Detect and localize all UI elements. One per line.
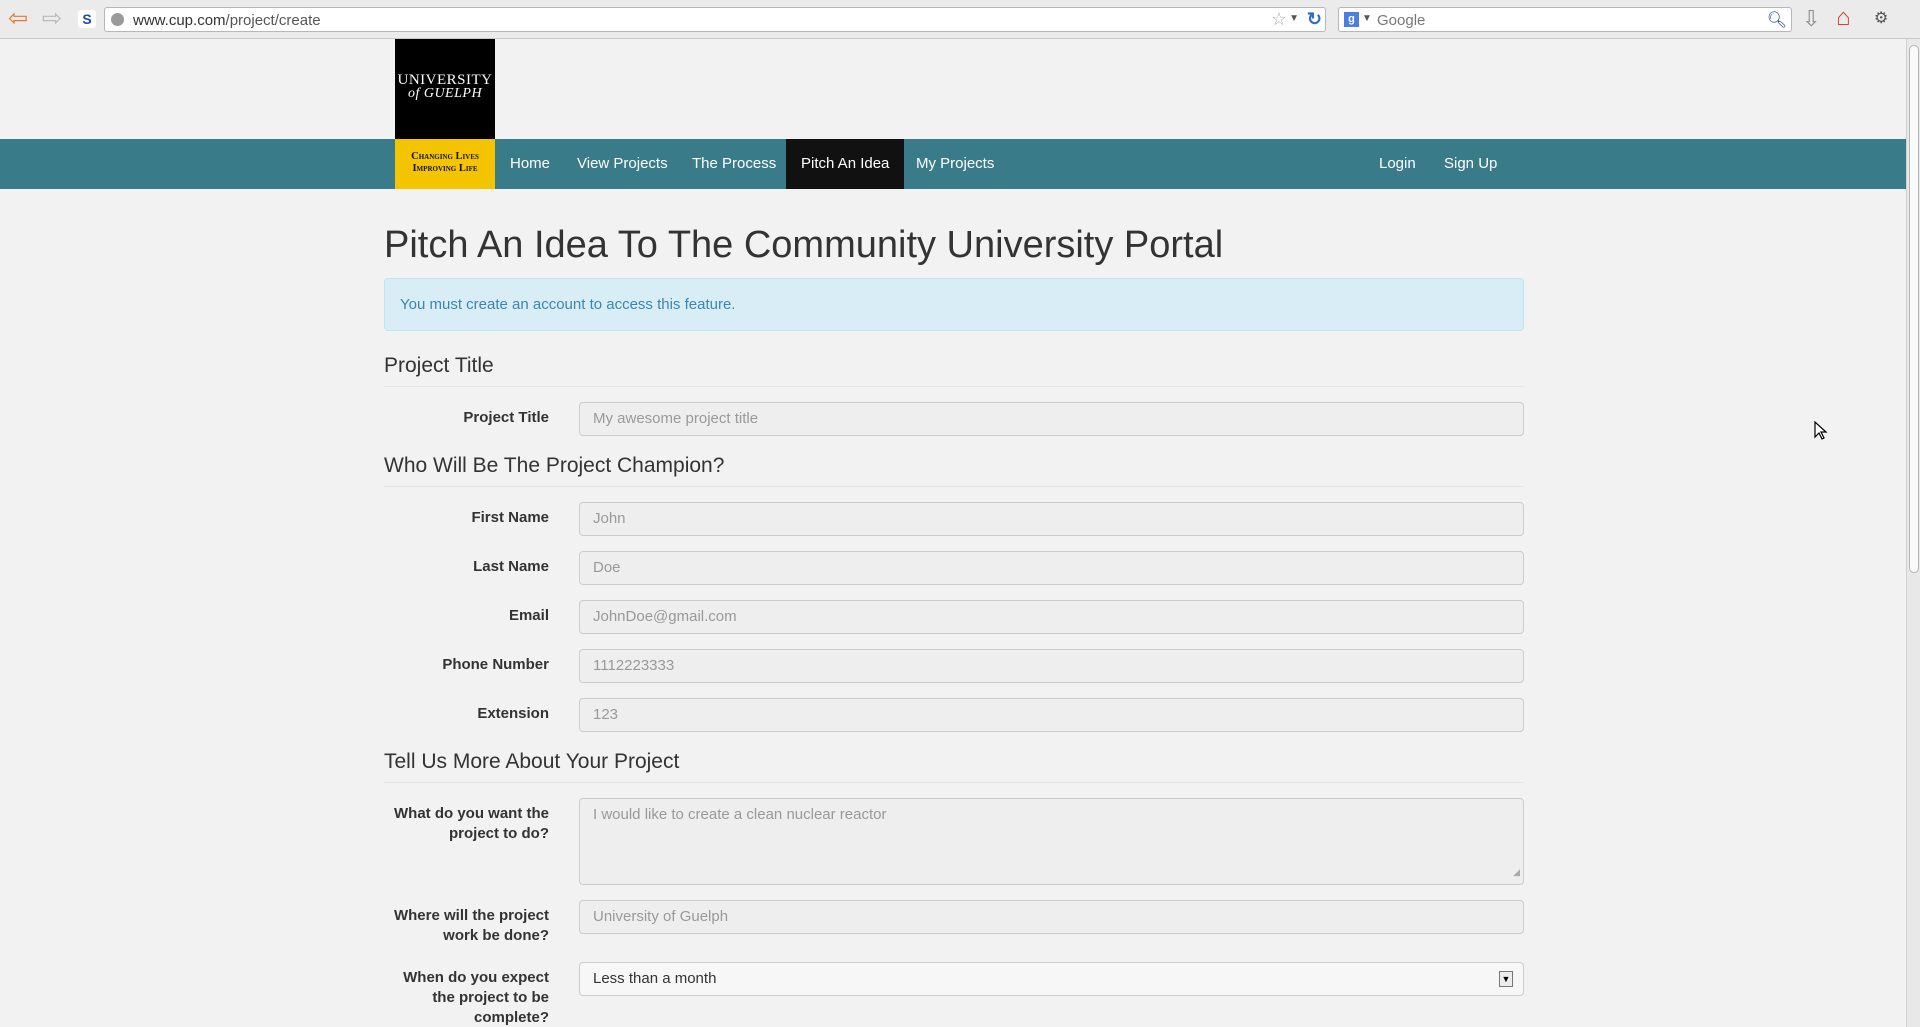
section-more: Tell Us More About Your Project — [384, 750, 1524, 783]
bookmark-star-icon[interactable]: ☆ — [1271, 9, 1287, 30]
browser-search-box[interactable]: g ▼ Google 🔍︎ — [1338, 7, 1792, 32]
resize-handle-icon[interactable]: ◢ — [1513, 862, 1520, 882]
purpose-placeholder: I would like to create a clean nuclear r… — [593, 806, 887, 823]
first-name-label: First Name — [471, 509, 549, 526]
url-text[interactable]: www.cup.com/project/create — [133, 12, 321, 29]
purpose-label-line2: project to do? — [449, 825, 549, 842]
search-engine-dropdown-icon[interactable]: ▼ — [1362, 13, 1372, 24]
nav-view-projects[interactable]: View Projects — [562, 139, 683, 189]
logo-text: UNIVERSITY of GUELPH — [395, 73, 495, 101]
nav-login[interactable]: Login — [1364, 139, 1431, 189]
extension-icon[interactable]: ⚙ — [1874, 8, 1888, 28]
location-label-line1: Where will the project — [393, 907, 549, 924]
location-label: Where will the project work be done? — [384, 906, 549, 946]
location-input[interactable]: University of Guelph — [579, 900, 1524, 934]
email-label: Email — [508, 607, 549, 624]
section-project-title: Project Title — [384, 354, 1524, 387]
url-dropdown-icon[interactable]: ▼ — [1289, 13, 1299, 24]
download-icon[interactable]: ⇩ — [1802, 6, 1820, 32]
home-icon[interactable]: ⌂ — [1836, 4, 1851, 32]
back-arrow-icon[interactable]: ⇦ — [4, 6, 32, 32]
duration-select-value: Less than a month — [593, 970, 717, 987]
first-name-input[interactable]: John — [579, 502, 1524, 536]
duration-label-line2: the project to be — [432, 989, 549, 1006]
address-bar[interactable]: www.cup.com/project/create ☆ ▼ ↻ — [104, 7, 1326, 32]
reload-icon[interactable]: ↻ — [1307, 9, 1322, 30]
project-title-label: Project Title — [463, 409, 549, 426]
tagline: Changing Lives Improving Life — [395, 139, 495, 189]
search-placeholder: Google — [1377, 12, 1426, 29]
globe-icon — [111, 13, 124, 26]
google-icon[interactable]: g — [1344, 12, 1359, 27]
section-champion: Who Will Be The Project Champion? — [384, 454, 1524, 487]
phone-label: Phone Number — [442, 656, 549, 673]
logo-line1: UNIVERSITY — [397, 72, 493, 88]
purpose-label: What do you want the project to do? — [384, 804, 549, 844]
extension-input[interactable]: 123 — [579, 698, 1524, 732]
s-extension-icon[interactable]: S — [78, 10, 96, 28]
nav-the-process[interactable]: The Process — [677, 139, 791, 189]
url-path: /project/create — [225, 12, 321, 29]
duration-select[interactable]: Less than a month ▼ — [579, 962, 1524, 996]
nav-pitch-an-idea[interactable]: Pitch An Idea — [786, 139, 905, 189]
last-name-input[interactable]: Doe — [579, 551, 1524, 585]
extension-label: Extension — [477, 705, 549, 722]
nav-my-projects[interactable]: My Projects — [901, 139, 1009, 189]
info-alert: You must create an account to access thi… — [384, 278, 1524, 331]
university-logo[interactable]: UNIVERSITY of GUELPH — [395, 39, 495, 139]
project-title-input[interactable]: My awesome project title — [579, 402, 1524, 436]
mouse-cursor-icon — [1814, 421, 1828, 440]
page-title: Pitch An Idea To The Community Universit… — [384, 224, 1224, 266]
magnifier-icon[interactable]: 🔍︎ — [1767, 10, 1787, 30]
duration-label: When do you expect the project to be com… — [384, 968, 549, 1027]
nav-home[interactable]: Home — [495, 139, 565, 189]
tagline-line1: Changing Lives — [411, 151, 479, 162]
url-domain: www.cup.com — [133, 12, 226, 29]
logo-line2: of GUELPH — [407, 86, 483, 101]
purpose-label-line1: What do you want the — [394, 805, 549, 822]
nav-sign-up[interactable]: Sign Up — [1429, 139, 1512, 189]
browser-toolbar: ⇦ ⇨ S www.cup.com/project/create ☆ ▼ ↻ g… — [0, 0, 1920, 39]
email-input[interactable]: JohnDoe@gmail.com — [579, 600, 1524, 634]
location-label-line2: work be done? — [443, 927, 549, 944]
tagline-line2: Improving Life — [412, 163, 478, 174]
phone-input[interactable]: 1112223333 — [579, 649, 1524, 683]
forward-arrow-icon[interactable]: ⇨ — [38, 6, 66, 32]
scroll-thumb[interactable] — [1909, 45, 1919, 573]
select-arrow-icon[interactable]: ▼ — [1499, 971, 1513, 987]
duration-label-line3: complete? — [473, 1009, 549, 1026]
page-scrollbar[interactable] — [1906, 39, 1920, 1027]
duration-label-line1: When do you expect — [403, 969, 549, 986]
purpose-textarea[interactable]: I would like to create a clean nuclear r… — [579, 798, 1524, 885]
last-name-label: Last Name — [473, 558, 549, 575]
